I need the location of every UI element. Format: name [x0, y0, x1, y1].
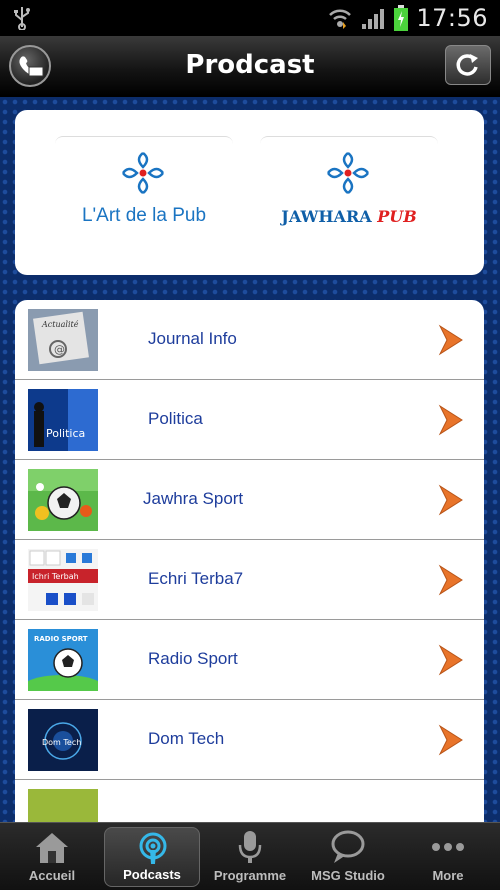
clock: 17:56: [416, 4, 488, 32]
podcast-title: Politica: [148, 409, 203, 428]
sponsor-name-main: JAWHARA: [281, 207, 378, 226]
podcast-list: Actualité @ Journal Info Politica Politi…: [15, 300, 484, 840]
status-bar: 17:56: [0, 0, 500, 36]
podcast-title: Echri Terba7: [148, 569, 244, 588]
podcast-title: Journal Info: [148, 329, 237, 348]
chevron-right-icon: [438, 324, 463, 356]
app-header: Prodcast: [0, 36, 500, 97]
podcast-row[interactable]: Actualité @ Journal Info: [15, 300, 484, 380]
refresh-button[interactable]: [445, 45, 491, 85]
sponsor-name-accent: PUB: [377, 207, 417, 226]
echri-terbah-thumbnail: Ichri Terbah: [28, 549, 98, 611]
wifi-icon: [329, 9, 352, 29]
chevron-right-icon: [438, 404, 463, 436]
tab-accueil[interactable]: Accueil: [4, 827, 100, 887]
brand-mark-icon: [122, 152, 164, 194]
tab-programme[interactable]: Programme: [202, 827, 298, 887]
podcast-row[interactable]: Politica Politica: [15, 380, 484, 460]
battery-icon: [394, 5, 409, 31]
svg-text:Politica: Politica: [46, 427, 85, 440]
podcast-title: Radio Sport: [148, 649, 238, 668]
svg-text:Dom Tech: Dom Tech: [42, 738, 81, 747]
tab-label: Programme: [213, 868, 287, 883]
podcast-row[interactable]: Dom Tech Dom Tech: [15, 700, 484, 780]
svg-text:RADIO SPORT: RADIO SPORT: [34, 635, 88, 643]
content-area: L'Art de la Pub JAWHARA PUB Actualité @ …: [0, 97, 500, 840]
more-dots-icon: [432, 843, 464, 851]
svg-text:Ichri Terbah: Ichri Terbah: [32, 572, 79, 581]
chat-bubble-icon: [331, 830, 365, 863]
signal-icon: [362, 9, 385, 29]
podcast-title: Dom Tech: [148, 729, 225, 748]
podcast-row[interactable]: RADIO SPORT Radio Sport: [15, 620, 484, 700]
sport-thumbnail: [28, 469, 98, 531]
chevron-right-icon: [438, 564, 463, 596]
refresh-icon: [456, 54, 478, 76]
podcast-icon: [139, 832, 167, 864]
tab-label: MSG Studio: [311, 868, 385, 883]
chevron-right-icon: [438, 484, 463, 516]
tab-more[interactable]: More: [400, 827, 496, 887]
chevron-right-icon: [438, 644, 463, 676]
sponsor-name: JAWHARA PUB: [260, 207, 438, 226]
dom-tech-thumbnail: Dom Tech: [28, 709, 98, 771]
tab-label: Accueil: [28, 868, 76, 883]
chevron-right-icon: [438, 724, 463, 756]
sponsor-logo-art-de-la-pub[interactable]: L'Art de la Pub: [55, 136, 233, 252]
sponsor-banner: L'Art de la Pub JAWHARA PUB: [15, 110, 484, 275]
home-icon: [36, 833, 68, 863]
bottom-tab-bar: Accueil Podcasts Programme MSG Studio Mo…: [0, 822, 500, 890]
sponsor-name: L'Art de la Pub: [81, 205, 207, 226]
tab-label: Podcasts: [123, 867, 181, 882]
svg-text:@: @: [54, 343, 65, 356]
brand-mark-icon: [327, 152, 369, 194]
newspaper-thumbnail: Actualité @: [28, 309, 98, 371]
politica-thumbnail: Politica: [28, 389, 98, 451]
usb-icon: [14, 7, 30, 30]
svg-text:Actualité: Actualité: [41, 320, 79, 329]
microphone-icon: [238, 831, 262, 863]
page-title: Prodcast: [185, 50, 315, 80]
radio-sport-thumbnail: RADIO SPORT: [28, 629, 98, 691]
tab-label: More: [432, 868, 464, 883]
podcast-title: Jawhra Sport: [143, 489, 244, 508]
tab-podcasts[interactable]: Podcasts: [104, 827, 200, 887]
tab-msg-studio[interactable]: MSG Studio: [300, 827, 396, 887]
podcast-row[interactable]: Jawhra Sport: [15, 460, 484, 540]
sponsor-logo-jawhara-pub[interactable]: JAWHARA PUB: [260, 136, 438, 252]
podcast-row[interactable]: Ichri Terbah Echri Terba7: [15, 540, 484, 620]
